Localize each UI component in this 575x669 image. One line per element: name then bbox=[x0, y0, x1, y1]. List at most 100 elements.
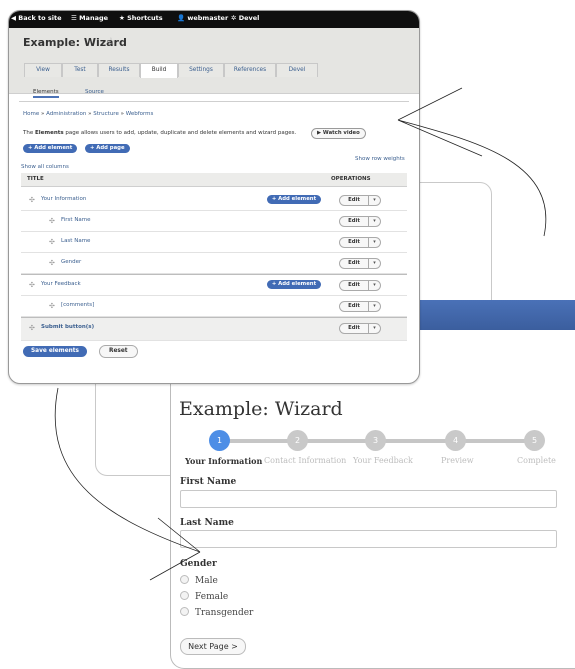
star-outline-icon[interactable]: ☆ bbox=[106, 35, 116, 48]
drag-handle-icon[interactable]: ✣ bbox=[29, 196, 35, 204]
row-title-link[interactable]: Your Information bbox=[41, 196, 86, 202]
tab-references[interactable]: References bbox=[224, 63, 276, 77]
description-bold: Elements bbox=[34, 130, 64, 136]
caret-down-icon[interactable]: ▾ bbox=[369, 281, 380, 290]
next-page-button[interactable]: Next Page > bbox=[180, 638, 246, 655]
add-page-button[interactable]: + Add page bbox=[85, 144, 130, 153]
edit-button[interactable]: Edit bbox=[340, 217, 369, 226]
drag-handle-icon[interactable]: ✣ bbox=[29, 324, 35, 332]
page-description: The Elements page allows users to add, u… bbox=[23, 130, 296, 136]
row-title-link[interactable]: First Name bbox=[61, 217, 91, 223]
row-title-link[interactable]: Gender bbox=[61, 259, 81, 265]
show-row-weights-link[interactable]: Show row weights bbox=[355, 156, 405, 162]
gender-option-label: Male bbox=[195, 576, 218, 586]
caret-down-icon[interactable]: ▾ bbox=[369, 302, 380, 311]
edit-button[interactable]: Edit bbox=[340, 302, 369, 311]
edit-button-group: Edit ▾ bbox=[339, 216, 381, 227]
step-3-label: Your Feedback bbox=[353, 456, 413, 465]
breadcrumb-separator: » bbox=[88, 111, 92, 117]
show-all-columns-link[interactable]: Show all columns bbox=[21, 164, 69, 170]
column-operations: OPERATIONS bbox=[331, 176, 371, 182]
save-elements-button[interactable]: Save elements bbox=[23, 346, 87, 357]
tab-test[interactable]: Test bbox=[62, 63, 98, 77]
edit-button-group: Edit ▾ bbox=[339, 258, 381, 269]
edit-button[interactable]: Edit bbox=[340, 259, 369, 268]
description-text: page allows users to add, update, duplic… bbox=[63, 130, 297, 136]
table-row: ✣ Submit button(s) Edit ▾ bbox=[21, 317, 407, 341]
drag-handle-icon[interactable]: ✣ bbox=[49, 217, 55, 225]
step-2-label: Contact Information bbox=[264, 456, 347, 465]
breadcrumb-administration[interactable]: Administration bbox=[46, 111, 86, 117]
tab-devel[interactable]: Devel bbox=[276, 63, 318, 77]
breadcrumb-home[interactable]: Home bbox=[23, 111, 39, 117]
gender-option-female[interactable]: Female bbox=[180, 591, 228, 602]
first-name-label: First Name bbox=[180, 477, 237, 487]
breadcrumb-structure[interactable]: Structure bbox=[93, 111, 119, 117]
edit-button-group: Edit ▾ bbox=[339, 280, 381, 291]
caret-down-icon[interactable]: ▾ bbox=[369, 324, 380, 333]
edit-button-group: Edit ▾ bbox=[339, 323, 381, 334]
caret-down-icon[interactable]: ▾ bbox=[369, 238, 380, 247]
reset-button[interactable]: Reset bbox=[99, 345, 138, 358]
row-add-element-button[interactable]: + Add element bbox=[267, 195, 321, 204]
watch-video-button[interactable]: ▶ Watch video bbox=[311, 128, 366, 139]
tab-results[interactable]: Results bbox=[98, 63, 140, 77]
subtab-source[interactable]: Source bbox=[85, 89, 104, 95]
edit-button[interactable]: Edit bbox=[340, 196, 369, 205]
radio-icon[interactable] bbox=[180, 607, 189, 616]
radio-icon[interactable] bbox=[180, 591, 189, 600]
star-icon: ★ bbox=[119, 14, 128, 22]
shortcuts-menu[interactable]: ★ Shortcuts bbox=[119, 14, 163, 22]
caret-down-icon[interactable]: ▾ bbox=[369, 196, 380, 205]
edit-button[interactable]: Edit bbox=[340, 238, 369, 247]
edit-button-group: Edit ▾ bbox=[339, 195, 381, 206]
edit-button-group: Edit ▾ bbox=[339, 301, 381, 312]
gender-option-transgender[interactable]: Transgender bbox=[180, 607, 253, 618]
gender-option-male[interactable]: Male bbox=[180, 575, 218, 586]
tab-settings[interactable]: Settings bbox=[178, 63, 224, 77]
tab-build[interactable]: Build bbox=[140, 63, 178, 78]
table-row: ✣ [comments] Edit ▾ bbox=[21, 296, 407, 317]
column-title: TITLE bbox=[27, 176, 44, 182]
add-element-button[interactable]: + Add element bbox=[23, 144, 78, 153]
last-name-input[interactable] bbox=[180, 530, 557, 548]
edit-button[interactable]: Edit bbox=[340, 324, 369, 333]
step-1-dot: 1 bbox=[209, 430, 230, 451]
step-1-label: Your Information bbox=[185, 456, 263, 466]
breadcrumb-separator: » bbox=[41, 111, 45, 117]
table-row: ✣ Your Feedback + Add element Edit ▾ bbox=[21, 274, 407, 296]
gender-label: Gender bbox=[180, 559, 217, 569]
row-title-link[interactable]: [comments] bbox=[61, 302, 94, 308]
row-add-element-button[interactable]: + Add element bbox=[267, 280, 321, 289]
table-row: ✣ First Name Edit ▾ bbox=[21, 211, 407, 232]
shortcuts-label: Shortcuts bbox=[127, 14, 163, 22]
drag-handle-icon[interactable]: ✣ bbox=[49, 238, 55, 246]
user-menu[interactable]: 👤 webmaster bbox=[177, 14, 228, 22]
row-title-link[interactable]: Your Feedback bbox=[41, 281, 81, 287]
row-title-link[interactable]: Last Name bbox=[61, 238, 90, 244]
caret-down-icon[interactable]: ▾ bbox=[369, 259, 380, 268]
drupal-admin-panel: ◀ Back to site ☰ Manage ★ Shortcuts 👤 we… bbox=[8, 10, 420, 384]
drag-handle-icon[interactable]: ✣ bbox=[49, 259, 55, 267]
tab-view[interactable]: View bbox=[24, 63, 62, 77]
drag-handle-icon[interactable]: ✣ bbox=[49, 302, 55, 310]
caret-down-icon[interactable]: ▾ bbox=[369, 217, 380, 226]
gender-option-label: Female bbox=[195, 592, 229, 602]
first-name-input[interactable] bbox=[180, 490, 557, 508]
subtab-elements[interactable]: Elements bbox=[33, 89, 59, 98]
step-5-label: Complete bbox=[517, 456, 556, 465]
table-row: ✣ Last Name Edit ▾ bbox=[21, 232, 407, 253]
breadcrumb-webforms[interactable]: Webforms bbox=[126, 111, 154, 117]
back-to-site-link[interactable]: ◀ Back to site bbox=[11, 14, 62, 22]
devel-menu[interactable]: ✲ Devel bbox=[231, 14, 259, 22]
drag-handle-icon[interactable]: ✣ bbox=[29, 281, 35, 289]
table-row: ✣ Your Information + Add element Edit ▾ bbox=[21, 190, 407, 211]
edit-button[interactable]: Edit bbox=[340, 281, 369, 290]
step-4-label: Preview bbox=[441, 456, 474, 465]
radio-icon[interactable] bbox=[180, 575, 189, 584]
step-4-dot: 4 bbox=[445, 430, 466, 451]
breadcrumb: Home » Administration » Structure » Webf… bbox=[23, 111, 153, 117]
last-name-label: Last Name bbox=[180, 518, 234, 528]
row-title-link[interactable]: Submit button(s) bbox=[41, 324, 94, 330]
manage-menu[interactable]: ☰ Manage bbox=[71, 14, 108, 22]
